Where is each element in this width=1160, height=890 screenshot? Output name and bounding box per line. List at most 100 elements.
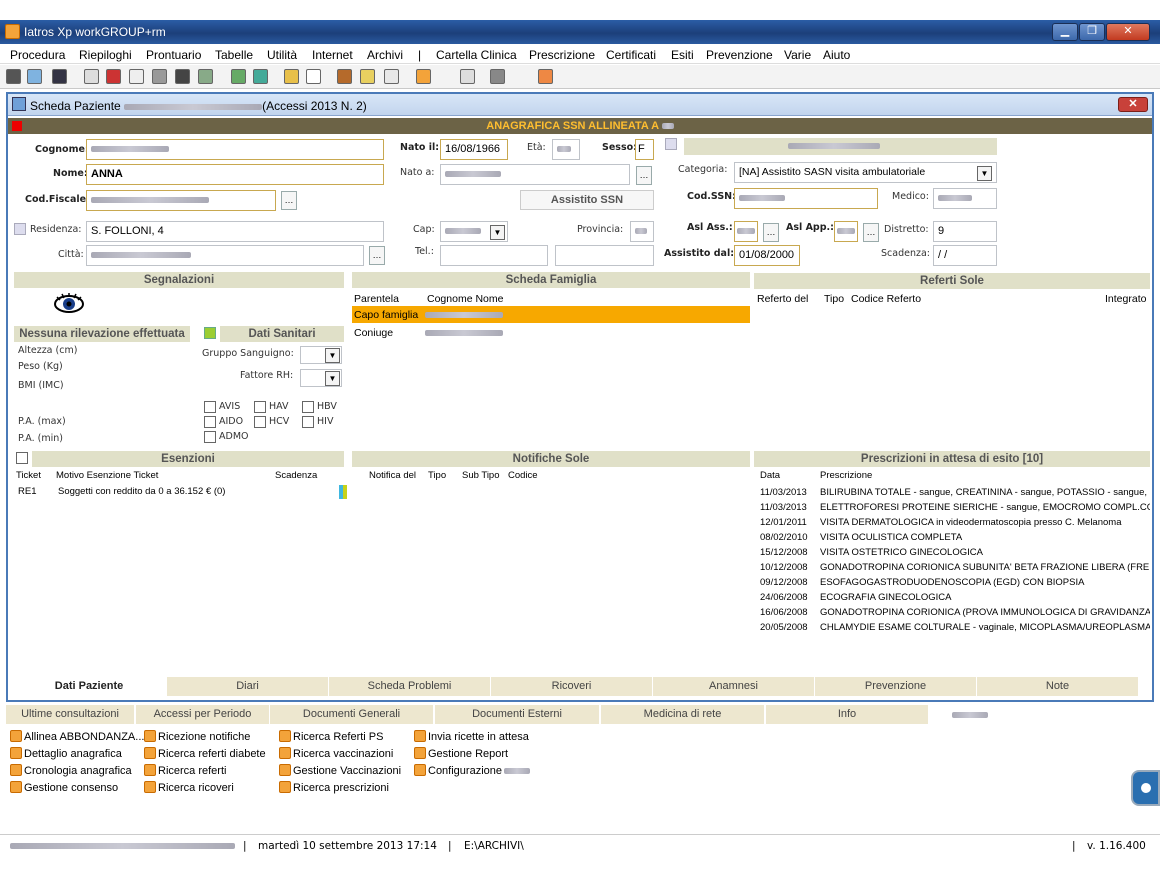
- natoa-lookup-button[interactable]: …: [636, 166, 652, 185]
- list-item[interactable]: 08/02/2010: [760, 532, 808, 543]
- menu-certificati[interactable]: Certificati: [606, 48, 656, 62]
- list-icon[interactable]: [198, 69, 213, 84]
- table-icon[interactable]: [129, 69, 144, 84]
- sesso-field[interactable]: F: [635, 139, 654, 160]
- side-panel-toggle[interactable]: [1131, 770, 1160, 806]
- link-ricerca-referti-ps[interactable]: Ricerca Referti PS: [279, 730, 383, 743]
- assistito-ssn-button[interactable]: Assistito SSN: [520, 190, 654, 210]
- citta-lookup-button[interactable]: …: [369, 246, 385, 265]
- aslass-field[interactable]: [734, 221, 758, 242]
- book-icon[interactable]: [337, 69, 352, 84]
- power-icon[interactable]: [538, 69, 553, 84]
- tab-scheda-problemi[interactable]: Scheda Problemi: [329, 677, 490, 696]
- globe-icon[interactable]: [253, 69, 268, 84]
- list-item[interactable]: 11/03/2013: [760, 487, 807, 498]
- avis-checkbox[interactable]: [204, 401, 216, 413]
- scadenza-field[interactable]: / /: [933, 245, 997, 266]
- link-ricerca-referti[interactable]: Ricerca referti: [144, 764, 226, 777]
- link-ricerca-ricoveri[interactable]: Ricerca ricoveri: [144, 781, 234, 794]
- esenzioni-checkbox[interactable]: [16, 452, 28, 464]
- residenza-checkbox[interactable]: [14, 223, 26, 235]
- link-cronologia-anagrafica[interactable]: Cronologia anagrafica: [10, 764, 132, 777]
- hav-checkbox[interactable]: [254, 401, 266, 413]
- distretto-field[interactable]: 9: [933, 221, 997, 242]
- categoria-dropdown-button[interactable]: ▼: [977, 166, 992, 181]
- tab-medicina-rete[interactable]: Medicina di rete: [601, 705, 764, 724]
- folder-icon[interactable]: [284, 69, 299, 84]
- menu-prescrizione[interactable]: Prescrizione: [529, 48, 595, 62]
- hiv-checkbox[interactable]: [302, 416, 314, 428]
- codfisc-field[interactable]: [86, 190, 276, 211]
- next-icon[interactable]: [27, 69, 42, 84]
- scheda-close-button[interactable]: ✕: [1118, 97, 1148, 112]
- tab-info[interactable]: Info: [766, 705, 928, 724]
- help-icon[interactable]: [306, 69, 321, 84]
- list-item[interactable]: 20/05/2008: [760, 622, 808, 633]
- tel-field[interactable]: [440, 245, 548, 266]
- save-icon[interactable]: [52, 69, 67, 84]
- list-item[interactable]: 11/03/2013: [760, 502, 807, 513]
- link-ricerca-vaccinazioni[interactable]: Ricerca vaccinazioni: [279, 747, 393, 760]
- print-icon[interactable]: [152, 69, 167, 84]
- list-item[interactable]: 16/06/2008: [760, 607, 808, 618]
- natoa-field[interactable]: [440, 164, 630, 185]
- link-configurazione[interactable]: Configurazione: [414, 764, 530, 777]
- link-invia-ricette[interactable]: Invia ricette in attesa: [414, 730, 529, 743]
- minimize-button[interactable]: ▁: [1052, 23, 1078, 41]
- fattore-dropdown-button[interactable]: ▼: [325, 371, 340, 386]
- cognome-field[interactable]: [86, 139, 384, 160]
- tab-diari[interactable]: Diari: [167, 677, 328, 696]
- list-item[interactable]: 09/12/2008: [760, 577, 808, 588]
- tab-documenti-generali[interactable]: Documenti Generali: [270, 705, 433, 724]
- close-button[interactable]: ✕: [1106, 23, 1150, 41]
- list-item[interactable]: 10/12/2008: [760, 562, 808, 573]
- citta-field[interactable]: [86, 245, 364, 266]
- tel2-field[interactable]: [555, 245, 654, 266]
- film-icon[interactable]: [175, 69, 190, 84]
- tab-prevenzione[interactable]: Prevenzione: [815, 677, 976, 696]
- nome-field[interactable]: ANNA: [86, 164, 384, 185]
- aslapp-field[interactable]: [834, 221, 858, 242]
- list-item[interactable]: 24/06/2008: [760, 592, 808, 603]
- tab-anamnesi[interactable]: Anamnesi: [653, 677, 814, 696]
- menu-utilita[interactable]: Utilità: [267, 48, 297, 62]
- natoil-field[interactable]: 16/08/1966: [440, 139, 508, 160]
- menu-prevenzione[interactable]: Prevenzione: [706, 48, 773, 62]
- tab-accessi-periodo[interactable]: Accessi per Periodo: [136, 705, 269, 724]
- list-item[interactable]: 12/01/2011: [760, 517, 807, 528]
- aslapp-lookup-button[interactable]: …: [863, 223, 879, 242]
- medico-field[interactable]: [933, 188, 997, 209]
- link-ricezione-notifiche[interactable]: Ricezione notifiche: [144, 730, 250, 743]
- cap-dropdown-button[interactable]: ▼: [490, 225, 505, 240]
- menu-cartella-clinica[interactable]: Cartella Clinica: [436, 48, 517, 62]
- link-ricerca-referti-diabete[interactable]: Ricerca referti diabete: [144, 747, 266, 760]
- tab-ultime-consultazioni[interactable]: Ultime consultazioni: [6, 705, 134, 724]
- calendar-icon[interactable]: [84, 69, 99, 84]
- menu-procedura[interactable]: Procedura: [10, 48, 65, 62]
- menu-internet[interactable]: Internet: [312, 48, 353, 62]
- agenda-icon[interactable]: [106, 69, 121, 84]
- assistitodal-field[interactable]: 01/08/2000: [734, 245, 800, 266]
- aido-checkbox[interactable]: [204, 416, 216, 428]
- admo-checkbox[interactable]: [204, 431, 216, 443]
- menu-varie[interactable]: Varie: [784, 48, 811, 62]
- provincia-field[interactable]: [630, 221, 654, 242]
- menu-esiti[interactable]: Esiti: [671, 48, 694, 62]
- tab-dati-paziente[interactable]: Dati Paziente: [12, 677, 166, 696]
- menu-riepiloghi[interactable]: Riepiloghi: [79, 48, 132, 62]
- link-ricerca-prescrizioni[interactable]: Ricerca prescrizioni: [279, 781, 389, 794]
- tab-ricoveri[interactable]: Ricoveri: [491, 677, 652, 696]
- table-row[interactable]: Coniuge: [352, 324, 750, 341]
- link-dettaglio-anagrafica[interactable]: Dettaglio anagrafica: [10, 747, 122, 760]
- gruppo-dropdown-button[interactable]: ▼: [325, 348, 340, 363]
- eye-icon[interactable]: [54, 291, 84, 317]
- link-gestione-consenso[interactable]: Gestione consenso: [10, 781, 118, 794]
- aslass-lookup-button[interactable]: …: [763, 223, 779, 242]
- residenza-field[interactable]: S. FOLLONI, 4: [86, 221, 384, 242]
- codssn-field[interactable]: [734, 188, 878, 209]
- document-icon[interactable]: [460, 69, 475, 84]
- star-icon[interactable]: [416, 69, 431, 84]
- link-allinea[interactable]: Allinea ABBONDANZA...: [10, 730, 144, 743]
- hbv-checkbox[interactable]: [302, 401, 314, 413]
- binoculars-icon[interactable]: [6, 69, 21, 84]
